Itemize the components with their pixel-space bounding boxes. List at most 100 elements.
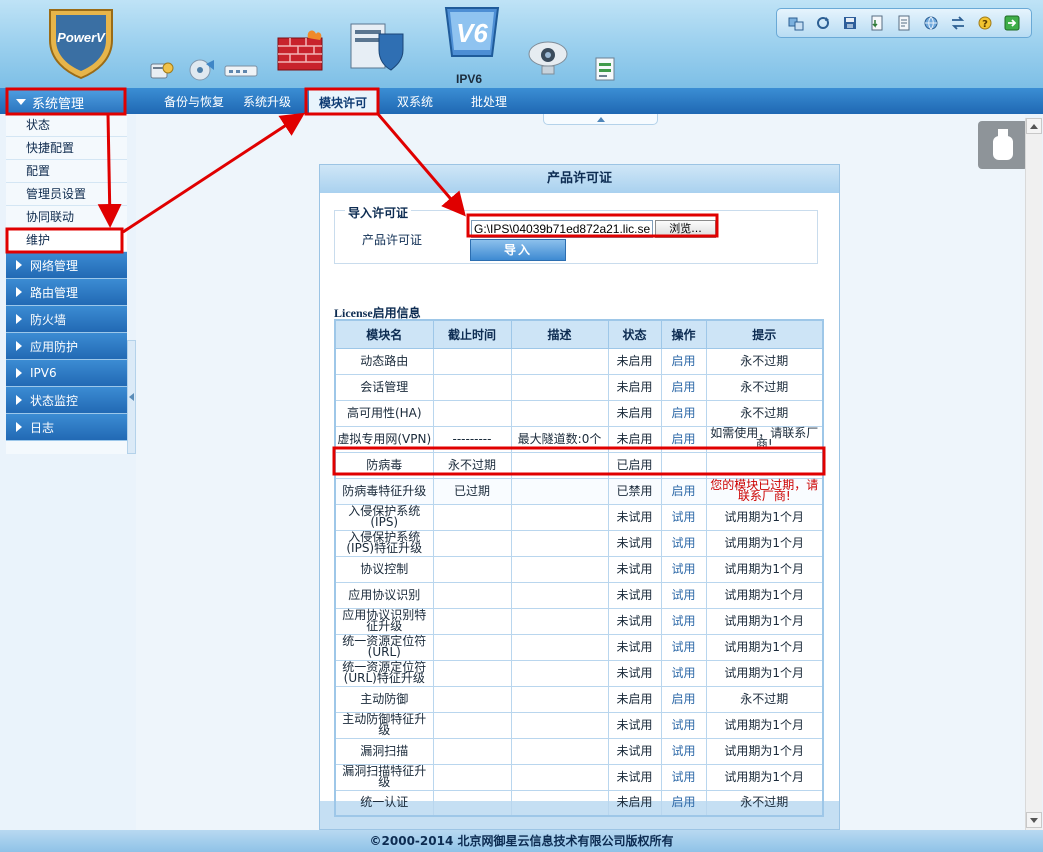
cell-desc [510, 607, 609, 635]
table-row: 主动防御特征升级 未试用 试用 试用期为1个月 [334, 711, 824, 739]
cell-op[interactable]: 启用 [660, 425, 707, 453]
cell-hint: 永不过期 [705, 399, 824, 427]
network-tool-icon[interactable] [785, 13, 806, 33]
cell-deadline [432, 399, 512, 427]
sidebar-group-network[interactable]: 网络管理 [6, 252, 127, 279]
chevron-up-icon [596, 116, 605, 122]
sidebar-collapse-handle[interactable] [127, 340, 136, 454]
col-header-op: 操作 [660, 319, 707, 349]
cell-desc [510, 685, 609, 713]
cell-op[interactable]: 启用 [660, 685, 707, 713]
help-icon[interactable]: ? [974, 13, 995, 33]
usb-device-icon[interactable] [978, 121, 1028, 169]
svg-text:V6: V6 [456, 18, 488, 48]
sidebar-item-config[interactable]: 配置 [6, 160, 127, 183]
cell-deadline [432, 373, 512, 401]
col-header-status: 状态 [607, 319, 662, 349]
cell-module: 会话管理 [334, 373, 434, 401]
import-button[interactable]: 导入 [470, 239, 566, 261]
cell-module: 统一资源定位符(URL)特征升级 [334, 659, 434, 687]
cell-status: 未启用 [607, 373, 662, 401]
cell-hint: 如需使用，请联系厂商! [705, 425, 824, 453]
tab-backup-restore[interactable]: 备份与恢复 [164, 93, 224, 110]
sidebar-group-firewall[interactable]: 防火墙 [6, 306, 127, 333]
license-file-label: 产品许可证 [362, 233, 423, 247]
cell-op[interactable]: 试用 [660, 555, 707, 583]
cell-deadline [432, 711, 512, 739]
cell-op[interactable]: 试用 [660, 607, 707, 635]
cell-desc [510, 503, 609, 531]
sidebar-item-linkage[interactable]: 协同联动 [6, 206, 127, 229]
sidebar-group-ipv6[interactable]: IPV6 [6, 360, 127, 387]
cell-op[interactable]: 试用 [660, 659, 707, 687]
cell-status: 未启用 [607, 347, 662, 375]
cell-op[interactable]: 试用 [660, 529, 707, 557]
document-icon[interactable] [893, 13, 914, 33]
cell-status: 未试用 [607, 763, 662, 791]
cell-deadline [432, 633, 512, 661]
cell-op[interactable]: 试用 [660, 711, 707, 739]
cell-module: 应用协议识别 [334, 581, 434, 609]
tab-batch[interactable]: 批处理 [471, 93, 507, 110]
cell-status: 未启用 [607, 685, 662, 713]
sidebar-item-quick-config[interactable]: 快捷配置 [6, 137, 127, 160]
sidebar-group-routing[interactable]: 路由管理 [6, 279, 127, 306]
tab-system-upgrade[interactable]: 系统升级 [243, 93, 291, 110]
cell-module: 协议控制 [334, 555, 434, 583]
exchange-icon[interactable] [947, 13, 968, 33]
table-row: 防病毒 永不过期 已启用 [334, 451, 824, 479]
chevron-right-icon [16, 368, 22, 378]
globe-icon[interactable] [920, 13, 941, 33]
sidebar-group-label: 应用防护 [30, 339, 79, 354]
cell-op[interactable]: 启用 [660, 399, 707, 427]
cell-op[interactable]: 试用 [660, 503, 707, 531]
cell-desc [510, 763, 609, 791]
header-collapse-handle[interactable] [543, 114, 658, 125]
chevron-right-icon [16, 260, 22, 270]
sidebar-group-monitor[interactable]: 状态监控 [6, 387, 127, 414]
tab-module-license[interactable]: 模块许可 [309, 90, 377, 114]
sidebar-item-maintenance[interactable]: 维护 [6, 229, 127, 252]
sidebar-item-admin-settings[interactable]: 管理员设置 [6, 183, 127, 206]
cell-op[interactable]: 启用 [660, 347, 707, 375]
vertical-scrollbar[interactable] [1025, 118, 1042, 830]
import-license-fieldset: 导入许可证 产品许可证 G:\IPS\04039b71ed872a21.lic.… [334, 204, 818, 264]
cell-hint: 试用期为1个月 [705, 581, 824, 609]
cell-op[interactable]: 试用 [660, 633, 707, 661]
cell-op[interactable]: 启用 [660, 373, 707, 401]
cell-op[interactable]: 启用 [660, 789, 707, 817]
cell-hint: 永不过期 [705, 347, 824, 375]
tab-dual-system[interactable]: 双系统 [397, 93, 433, 110]
cell-op[interactable]: 启用 [660, 477, 707, 505]
sidebar-group-app-protection[interactable]: 应用防护 [6, 333, 127, 360]
cell-module: 入侵保护系统(IPS)特征升级 [334, 529, 434, 557]
cell-desc [510, 789, 609, 817]
exit-icon[interactable] [1001, 13, 1022, 33]
svg-text:?: ? [982, 19, 988, 30]
license-file-input[interactable]: G:\IPS\04039b71ed872a21.lic.se [471, 220, 653, 238]
cell-op[interactable]: 试用 [660, 581, 707, 609]
table-row: 统一资源定位符(URL)特征升级 未试用 试用 试用期为1个月 [334, 659, 824, 687]
cell-status: 未启用 [607, 789, 662, 817]
sidebar-group-label: 日志 [30, 420, 55, 435]
browse-button[interactable]: 浏览... [655, 220, 716, 238]
sidebar-group-log[interactable]: 日志 [6, 414, 127, 441]
arrow-down-icon [1030, 817, 1038, 823]
import-export-icon[interactable] [866, 13, 887, 33]
scroll-down-button[interactable] [1026, 812, 1042, 828]
sidebar-item-status[interactable]: 状态 [6, 114, 127, 137]
save-icon[interactable] [839, 13, 860, 33]
cell-module: 防病毒特征升级 [334, 477, 434, 505]
cell-desc [510, 737, 609, 765]
cell-status: 未启用 [607, 399, 662, 427]
nav-section-system-management[interactable]: 系统管理 [8, 90, 125, 114]
logo-text: PowerV [57, 30, 106, 45]
cell-op[interactable]: 试用 [660, 737, 707, 765]
cell-status: 未试用 [607, 581, 662, 609]
cell-module: 漏洞扫描 [334, 737, 434, 765]
scroll-up-button[interactable] [1026, 118, 1042, 134]
cell-status: 已启用 [607, 451, 662, 479]
table-row: 动态路由 未启用 启用 永不过期 [334, 347, 824, 375]
cell-op[interactable]: 试用 [660, 763, 707, 791]
refresh-icon[interactable] [812, 13, 833, 33]
